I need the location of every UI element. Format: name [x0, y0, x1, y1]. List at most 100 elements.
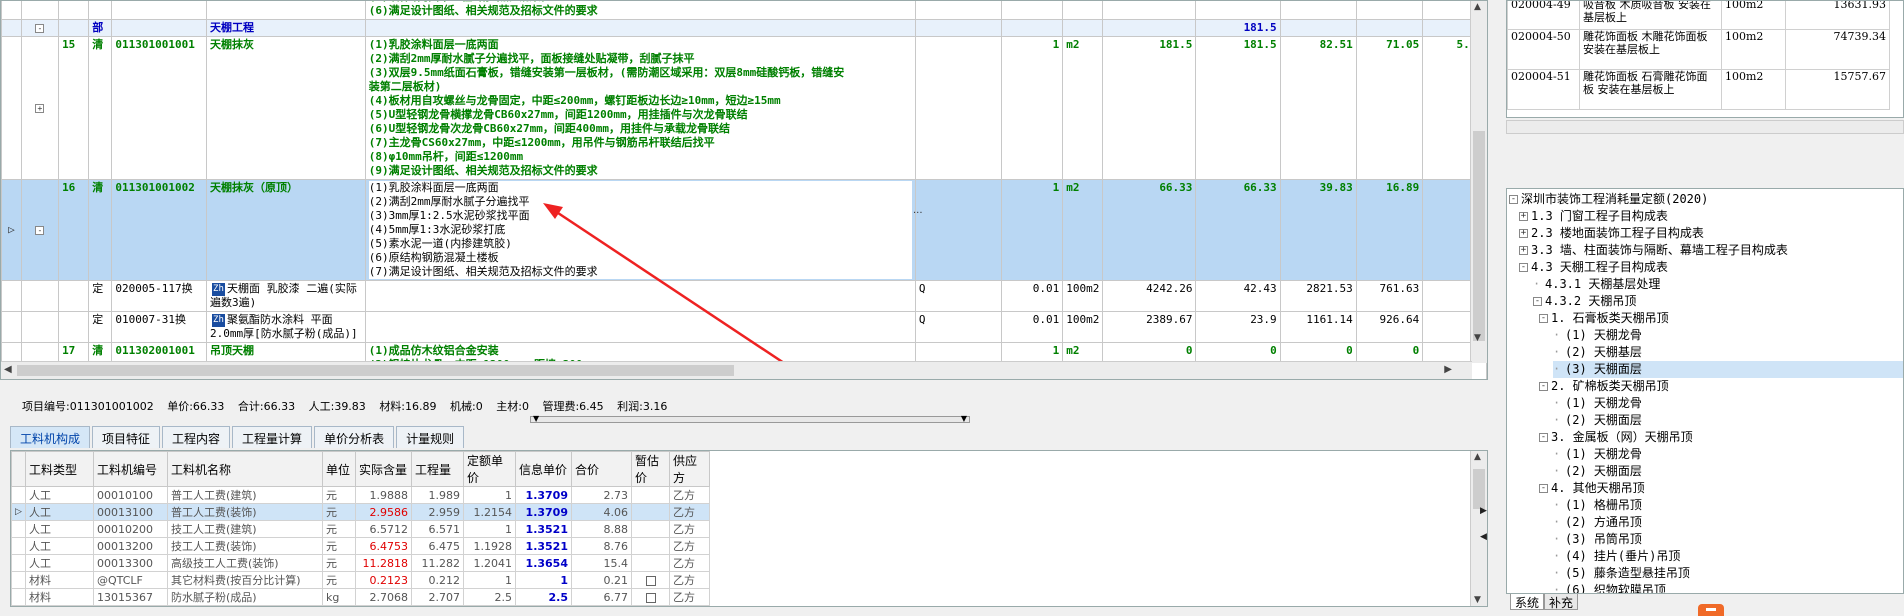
bill-item-row[interactable]: +15 清 011301001001 天棚抹灰 (1)乳胶涂料面层一底两面 (2)满刮2m…: [1, 36, 1487, 180]
collapse-icon[interactable]: -: [35, 24, 45, 33]
resource-supplier[interactable]: 乙方: [669, 605, 710, 606]
resource-info-price[interactable]: 1.3709: [515, 503, 572, 521]
resource-quota-price[interactable]: 1.2154: [463, 503, 516, 521]
resource-supplier[interactable]: 乙方: [669, 554, 710, 572]
tab-measurement-rules[interactable]: 计量规则: [396, 426, 465, 448]
resource-info-price[interactable]: 1.3521: [515, 537, 572, 555]
bill-vertical-scrollbar[interactable]: ▲ ▼: [1470, 1, 1487, 363]
expand-icon[interactable]: +: [1519, 246, 1528, 255]
resource-name[interactable]: 高级技工人工费(装饰): [167, 554, 323, 572]
resource-provisional[interactable]: [631, 520, 670, 538]
resource-code[interactable]: 00010100: [93, 486, 168, 504]
resource-name[interactable]: 乳胶漆: [167, 605, 323, 606]
resource-info-price[interactable]: 17: [515, 605, 572, 606]
scroll-up-icon[interactable]: ▲: [1474, 452, 1481, 462]
resource-quota-price[interactable]: 2.5: [463, 588, 516, 606]
resource-code[interactable]: 00010200: [93, 520, 168, 538]
tree-node[interactable]: · (4) 挂片(垂片)吊顶: [1553, 548, 1680, 565]
panel-splitter[interactable]: ▼ ▼: [530, 414, 970, 423]
resource-provisional[interactable]: [631, 537, 670, 555]
scroll-thumb[interactable]: [1473, 469, 1485, 509]
bill-row-partial[interactable]: (5)墙体(两面罩工程/附耳加/钢架)(6)满足设计图纸、相关规范及招标文件的要…: [1, 1, 1487, 20]
resource-quota-price[interactable]: 1: [463, 571, 516, 589]
resource-info-price[interactable]: 1.3709: [515, 486, 572, 504]
resource-name[interactable]: 技工人工费(建筑): [167, 520, 323, 538]
resource-actual-content[interactable]: 6.4753: [355, 537, 412, 555]
resource-provisional[interactable]: [631, 503, 670, 521]
tree-node[interactable]: · (1) 天棚龙骨: [1553, 395, 1642, 412]
tab-item-features[interactable]: 项目特征: [92, 426, 161, 448]
resource-row[interactable]: 人工 00013200 技工人工费(装饰) 元 6.4753 6.475 1.1928 1.3…: [11, 537, 710, 555]
resource-actual-content[interactable]: 1.9888: [355, 486, 412, 504]
tree-root[interactable]: - 深圳市装饰工程消耗量定额(2020): [1509, 191, 1708, 208]
tree-node[interactable]: -1. 石膏板类天棚吊顶: [1539, 310, 1669, 327]
scroll-down-icon[interactable]: ▼: [1474, 595, 1481, 605]
quota-sub-row[interactable]: 定 010007-31换 Zh 聚氨酯防水涂料 平面 2.0mm厚[防水腻子粉(成品)…: [1, 311, 1487, 343]
row-name[interactable]: 天棚抹灰: [205, 36, 366, 180]
resource-code[interactable]: 00013100: [93, 503, 168, 521]
item-description[interactable]: (1)乳胶涂料面层一底两面 (2)满刮2mm厚耐水腻子分遍找平，面板接缝处贴凝带，…: [364, 36, 916, 180]
row-code[interactable]: 020005-117换: [111, 280, 207, 312]
header-info-price[interactable]: 信息单价: [515, 451, 572, 487]
row-code[interactable]: 010007-31换: [111, 311, 207, 343]
resource-supplier[interactable]: 乙方: [669, 571, 710, 589]
resource-name[interactable]: 其它材料费(按百分比计算): [167, 571, 323, 589]
provisional-checkbox[interactable]: [645, 575, 656, 586]
resource-provisional[interactable]: [631, 486, 670, 504]
expand-icon[interactable]: +: [1519, 229, 1528, 238]
resource-info-price[interactable]: 2.5: [515, 588, 572, 606]
quota-reference-row[interactable]: 020004-50 雕花饰面板 木雕花饰面板 安装在基层板上 100m2 74739.…: [1507, 29, 1890, 70]
row-code[interactable]: 011301001001: [111, 36, 207, 180]
resource-info-price[interactable]: 1.3654: [515, 554, 572, 572]
expand-icon[interactable]: +: [35, 104, 45, 113]
resource-actual-content[interactable]: 0.4419: [355, 605, 412, 606]
resource-quota-price[interactable]: 17: [463, 605, 516, 606]
row-name[interactable]: 天棚抹灰（原顶）: [205, 179, 366, 281]
header-unit[interactable]: 单位: [322, 451, 356, 487]
row-name[interactable]: Zh 天棚面 乳胶漆 二遍(实际遍数3遍): [205, 280, 366, 312]
resource-provisional[interactable]: [631, 571, 670, 589]
tree-node[interactable]: · (3) 吊筒吊顶: [1553, 531, 1642, 548]
resource-row[interactable]: ▷ 人工 00013100 普工人工费(装饰) 元 2.9586 2.959 1.2154 1.…: [11, 503, 710, 521]
quota-tree[interactable]: - 深圳市装饰工程消耗量定额(2020) +1.3 门窗工程子目构成表 +2.3 楼…: [1506, 188, 1904, 594]
resource-supplier[interactable]: 乙方: [669, 537, 710, 555]
scroll-thumb[interactable]: [1473, 131, 1485, 341]
tree-node[interactable]: -3. 金属板（网）天棚吊顶: [1539, 429, 1693, 446]
resource-info-price[interactable]: 1: [515, 571, 572, 589]
resource-quota-price[interactable]: 1: [463, 520, 516, 538]
tree-node[interactable]: · (2) 天棚面层: [1553, 412, 1642, 429]
resource-supplier[interactable]: 乙方: [669, 503, 710, 521]
header-quota-price[interactable]: 定额单价: [463, 451, 516, 487]
resource-row[interactable]: 材料 @QTCLF 其它材料费(按百分比计算) 元 0.2123 0.212 1 1 0.21 乙…: [11, 571, 710, 589]
row-toggle[interactable]: +: [20, 36, 60, 180]
resource-code[interactable]: 13030110: [93, 605, 168, 606]
header-total[interactable]: 合价: [571, 451, 632, 487]
tab-system[interactable]: 系统: [1510, 594, 1545, 610]
description-editor-button[interactable]: ...: [913, 205, 923, 216]
bill-grid[interactable]: (5)墙体(两面罩工程/附耳加/钢架)(6)满足设计图纸、相关规范及招标文件的要…: [0, 0, 1488, 380]
header-name[interactable]: 工料机名称: [167, 451, 323, 487]
resource-code[interactable]: 00013300: [93, 554, 168, 572]
resource-row[interactable]: 人工 00010100 普工人工费(建筑) 元 1.9888 1.989 1 1.3709 2.…: [11, 486, 710, 504]
provisional-checkbox[interactable]: [645, 592, 656, 603]
resource-row[interactable]: 材料13030110乳胶漆kg0.44190.44217177.51乙方: [11, 605, 710, 606]
header-quantity[interactable]: 工程量: [411, 451, 464, 487]
tree-node[interactable]: -4. 其他天棚吊顶: [1539, 480, 1645, 497]
bill-part-row[interactable]: - 部 天棚工程 181.5: [1, 19, 1487, 37]
resource-actual-content[interactable]: 11.2818: [355, 554, 412, 572]
quota-reference-row[interactable]: 020004-49 吸音板 木质吸音板 安装在基层板上 100m2 13631.93: [1507, 1, 1890, 30]
collapse-icon[interactable]: -: [1533, 297, 1542, 306]
header-type[interactable]: 工料类型: [25, 451, 94, 487]
collapse-icon[interactable]: -: [35, 226, 45, 235]
resource-code[interactable]: @QTCLF: [93, 571, 168, 589]
resource-row[interactable]: 材料 13015367 防水腻子粉(成品) kg 2.7068 2.707 2.5 2.5 6.…: [11, 588, 710, 606]
item-description[interactable]: (1)乳胶涂料面层一底两面 (2)满刮2mm厚耐水腻子分遍找平 (3)3mm厚1:2…: [364, 179, 916, 281]
tree-node[interactable]: · (6) 织物软膜吊顶: [1553, 582, 1666, 593]
resource-actual-content[interactable]: 0.2123: [355, 571, 412, 589]
scroll-right-icon[interactable]: ▶: [1444, 364, 1452, 375]
tree-node[interactable]: -4.3 天棚工程子目构成表: [1519, 259, 1668, 276]
tree-node[interactable]: · (2) 方通吊顶: [1553, 514, 1642, 531]
resource-provisional[interactable]: [631, 588, 670, 606]
quota-reference-row[interactable]: 020004-51 雕花饰面板 石膏雕花饰面板 安装在基层板上 100m2 15757…: [1507, 69, 1890, 110]
collapse-icon[interactable]: -: [1539, 433, 1548, 442]
